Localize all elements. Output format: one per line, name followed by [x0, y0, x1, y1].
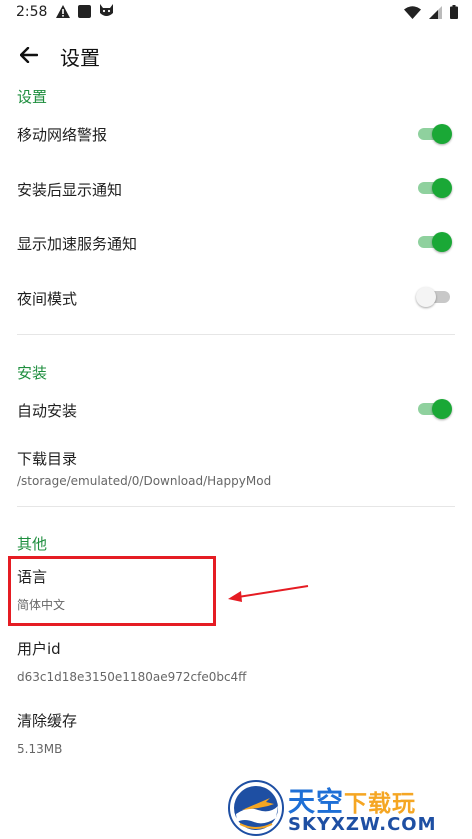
status-time: 2:58 [16, 4, 48, 20]
system-icons [404, 5, 458, 19]
clear-cache-row[interactable]: 清除缓存 5.13MB [0, 702, 472, 762]
divider [17, 506, 455, 507]
install-notification-switch[interactable] [416, 178, 452, 198]
notification-icons [56, 4, 114, 18]
clear-cache-label: 清除缓存 [17, 712, 78, 730]
auto-install-label: 自动安装 [17, 402, 78, 420]
acceleration-notification-switch[interactable] [416, 232, 452, 252]
night-mode-row[interactable]: 夜间模式 [0, 270, 472, 322]
site-watermark: 天空下载玩 SKYXZW.COM [226, 778, 472, 839]
battery-icon [450, 5, 458, 19]
install-notification-label: 安装后显示通知 [17, 181, 123, 199]
acceleration-notification-row[interactable]: 显示加速服务通知 [0, 216, 472, 268]
user-id-row[interactable]: 用户id d63c1d18e3150e1180ae972cfe0bc4ff [0, 630, 472, 690]
status-bar: 2:58 [0, 0, 472, 26]
highlight-box [8, 556, 216, 626]
acceleration-notification-label: 显示加速服务通知 [17, 235, 138, 253]
toolbar: 设置 [0, 26, 472, 82]
night-mode-switch[interactable] [416, 287, 452, 307]
mobile-network-alert-switch[interactable] [416, 124, 452, 144]
download-directory-path: /storage/emulated/0/Download/HappyMod [17, 474, 272, 488]
cache-size-value: 5.13MB [17, 742, 63, 756]
divider [17, 334, 455, 335]
section-header-install: 安装 [17, 364, 48, 382]
red-arrow-icon [228, 585, 309, 602]
auto-install-row[interactable]: 自动安装 [0, 384, 472, 436]
user-id-value: d63c1d18e3150e1180ae972cfe0bc4ff [17, 670, 247, 684]
download-directory-label: 下载目录 [17, 450, 78, 468]
cat-face-icon [100, 4, 113, 16]
section-header-other: 其他 [17, 535, 48, 553]
cellular-signal-icon [429, 5, 442, 19]
page-title: 设置 [60, 46, 100, 70]
section-header-settings: 设置 [17, 88, 48, 106]
auto-install-switch[interactable] [416, 399, 452, 419]
arrow-left-icon [20, 47, 38, 63]
mobile-network-alert-label: 移动网络警报 [17, 126, 108, 144]
back-button[interactable] [12, 38, 46, 72]
install-notification-row[interactable]: 安装后显示通知 [0, 162, 472, 214]
warning-icon [56, 4, 70, 18]
watermark-domain: SKYXZW.COM [288, 814, 437, 835]
app-square-icon [78, 4, 91, 18]
night-mode-label: 夜间模式 [17, 290, 78, 308]
wifi-icon [404, 5, 421, 19]
download-directory-row[interactable]: 下载目录 /storage/emulated/0/Download/HappyM… [0, 440, 472, 496]
mobile-network-alert-row[interactable]: 移动网络警报 [0, 108, 472, 160]
skyxzw-logo-icon [228, 780, 284, 836]
user-id-label: 用户id [17, 640, 61, 658]
